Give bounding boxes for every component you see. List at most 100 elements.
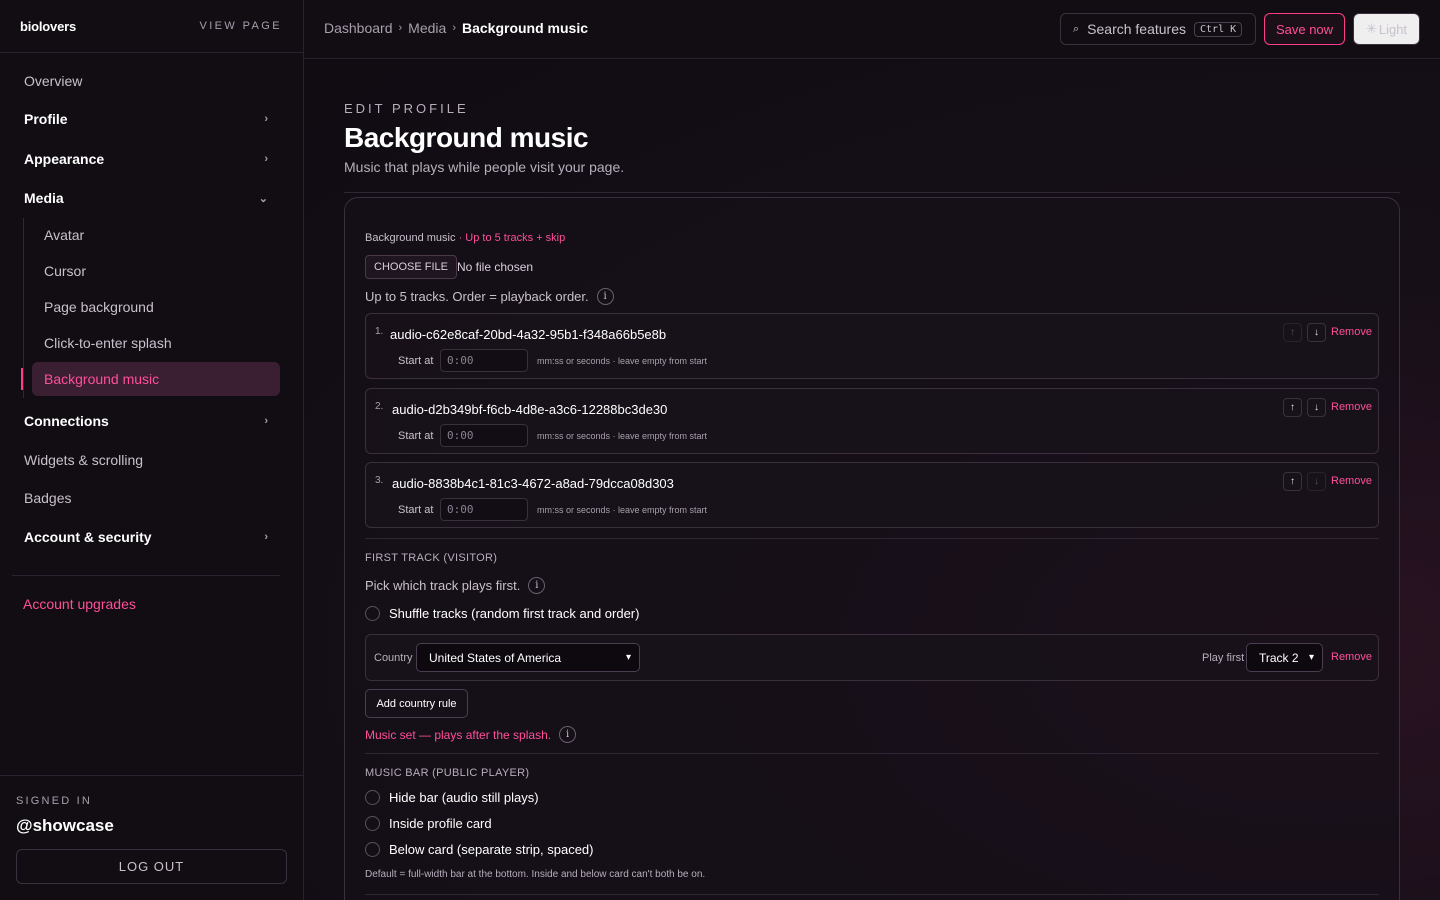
breadcrumb: Dashboard › Media › Background music: [324, 20, 588, 36]
sidebar-header: biolovers VIEW PAGE: [0, 0, 303, 53]
sun-icon: ✳: [1365, 21, 1377, 36]
shuffle-checkbox[interactable]: [365, 606, 380, 621]
submenu-guide-line: [23, 218, 24, 398]
start-at-label: Start at: [398, 430, 434, 442]
remove-rule-button[interactable]: Remove: [1331, 651, 1372, 663]
sidebar-item-label: Page background: [44, 299, 154, 315]
track-name: audio-8838b4c1-81c3-4672-a8ad-79dcca08d3…: [392, 476, 674, 491]
info-icon[interactable]: i: [528, 577, 546, 594]
country-rule-row: Country United States of America ▾ Play …: [365, 634, 1379, 681]
search-label: Search features: [1087, 21, 1187, 37]
below-card-checkbox[interactable]: [365, 842, 380, 857]
chevron-right-icon: ›: [264, 415, 268, 427]
sidebar-item-label: Overview: [24, 73, 83, 89]
sidebar-item-widgets[interactable]: Widgets & scrolling: [12, 443, 280, 477]
remove-track-button[interactable]: Remove: [1331, 401, 1372, 413]
keyboard-shortcut: Ctrl K: [1194, 21, 1243, 37]
topbar: Dashboard › Media › Background music ⌕ S…: [304, 0, 1440, 59]
track-name: audio-d2b349bf-f6cb-4d8e-a3c6-12288bc3de…: [392, 402, 668, 417]
shuffle-checkbox-row[interactable]: Shuffle tracks (random first track and o…: [365, 606, 639, 621]
sidebar-subitem-avatar[interactable]: Avatar: [32, 218, 280, 252]
move-up-icon[interactable]: ↑: [1283, 398, 1302, 417]
sidebar-subitem-background-music[interactable]: Background music: [32, 362, 280, 396]
track-row: 3. audio-8838b4c1-81c3-4672-a8ad-79dcca0…: [365, 462, 1379, 528]
brand-logo[interactable]: biolovers: [20, 19, 76, 34]
sidebar-item-connections[interactable]: Connections ›: [12, 404, 280, 438]
first-track-help: Pick which track plays first. i: [365, 577, 546, 594]
remove-track-button[interactable]: Remove: [1331, 475, 1372, 487]
sidebar-item-badges[interactable]: Badges: [12, 481, 280, 515]
remove-track-button[interactable]: Remove: [1331, 326, 1372, 338]
sidebar-subitem-cursor[interactable]: Cursor: [32, 254, 280, 288]
start-at-label: Start at: [398, 355, 434, 367]
country-label: Country: [374, 652, 413, 664]
breadcrumb-dashboard[interactable]: Dashboard: [324, 20, 393, 36]
chevron-down-icon: ⌄: [258, 192, 268, 205]
sidebar-item-account-security[interactable]: Account & security ›: [12, 520, 280, 554]
section-divider: [365, 538, 1379, 539]
move-up-icon[interactable]: ↑: [1283, 472, 1302, 491]
theme-toggle-button[interactable]: ✳ Light: [1353, 13, 1420, 45]
move-down-icon[interactable]: ↓: [1307, 323, 1326, 342]
sidebar-divider: [12, 575, 280, 576]
choose-file-button[interactable]: CHOOSE FILE: [365, 255, 457, 279]
move-down-icon[interactable]: ↓: [1307, 398, 1326, 417]
sidebar-item-label: Cursor: [44, 263, 87, 279]
start-at-input[interactable]: 0:00: [440, 498, 528, 521]
sidebar-item-media[interactable]: Media ⌄: [12, 181, 280, 215]
main-content: EDIT PROFILE Background music Music that…: [304, 60, 1440, 900]
search-icon: ⌕: [1073, 22, 1080, 35]
view-page-link[interactable]: VIEW PAGE: [199, 20, 282, 32]
below-card-checkbox-row[interactable]: Below card (separate strip, spaced): [365, 842, 593, 857]
breadcrumb-media[interactable]: Media: [408, 20, 446, 36]
active-indicator: [21, 368, 23, 390]
sidebar-item-label: Profile: [24, 111, 68, 127]
inside-card-checkbox-row[interactable]: Inside profile card: [365, 816, 492, 831]
sidebar-item-profile[interactable]: Profile ›: [12, 102, 280, 136]
inside-card-checkbox[interactable]: [365, 816, 380, 831]
chevron-right-icon: ›: [264, 153, 268, 165]
chevron-right-icon: ›: [264, 113, 268, 125]
divider: [344, 192, 1400, 193]
page-eyebrow: EDIT PROFILE: [344, 101, 469, 116]
start-at-input[interactable]: 0:00: [440, 349, 528, 372]
hide-bar-checkbox-row[interactable]: Hide bar (audio still plays): [365, 790, 539, 805]
start-at-hint: mm:ss or seconds · leave empty from star…: [537, 505, 708, 515]
start-at-hint: mm:ss or seconds · leave empty from star…: [537, 431, 708, 441]
country-select[interactable]: United States of America ▾: [416, 643, 640, 672]
account-upgrades-link[interactable]: Account upgrades: [23, 596, 136, 612]
info-icon[interactable]: i: [559, 726, 577, 743]
sidebar-subitem-splash[interactable]: Click-to-enter splash: [32, 326, 280, 360]
sidebar-item-overview[interactable]: Overview: [12, 64, 280, 98]
sidebar-item-label: Badges: [24, 490, 72, 506]
save-button[interactable]: Save now: [1264, 13, 1345, 45]
music-status: Music set — plays after the splash. i: [365, 726, 577, 743]
info-icon[interactable]: i: [596, 288, 614, 305]
chevron-down-icon: ▾: [1308, 652, 1314, 663]
music-bar-note: Default = full-width bar at the bottom. …: [365, 869, 706, 880]
checkbox-label: Below card (separate strip, spaced): [389, 842, 594, 857]
search-features-button[interactable]: ⌕ Search features Ctrl K: [1060, 13, 1256, 45]
music-field-label: Background music · Up to 5 tracks + skip: [365, 232, 565, 244]
sidebar-subitem-page-background[interactable]: Page background: [32, 290, 280, 324]
field-label-accent: · Up to 5 tracks + skip: [458, 232, 566, 244]
start-at-label: Start at: [398, 504, 434, 516]
user-handle: @showcase: [16, 816, 114, 835]
sidebar-item-label: Click-to-enter splash: [44, 335, 172, 351]
sidebar-item-label: Background music: [44, 371, 160, 387]
section-title: FIRST TRACK (VISITOR): [365, 552, 498, 564]
status-text: Music set — plays after the splash.: [365, 727, 552, 742]
sidebar-footer: SIGNED IN @showcase LOG OUT: [0, 775, 304, 900]
page-subtitle: Music that plays while people visit your…: [344, 159, 625, 175]
add-country-rule-button[interactable]: Add country rule: [365, 689, 468, 718]
start-at-input[interactable]: 0:00: [440, 424, 528, 447]
section-divider: [365, 894, 1379, 895]
signed-in-label: SIGNED IN: [16, 795, 93, 807]
help-text: Up to 5 tracks. Order = playback order.: [365, 289, 589, 304]
chevron-right-icon: ›: [264, 531, 268, 543]
logout-button[interactable]: LOG OUT: [16, 849, 287, 884]
play-first-select[interactable]: Track 2 ▾: [1246, 643, 1323, 672]
tracks-help: Up to 5 tracks. Order = playback order. …: [365, 288, 614, 305]
hide-bar-checkbox[interactable]: [365, 790, 380, 805]
sidebar-item-appearance[interactable]: Appearance ›: [12, 142, 280, 176]
